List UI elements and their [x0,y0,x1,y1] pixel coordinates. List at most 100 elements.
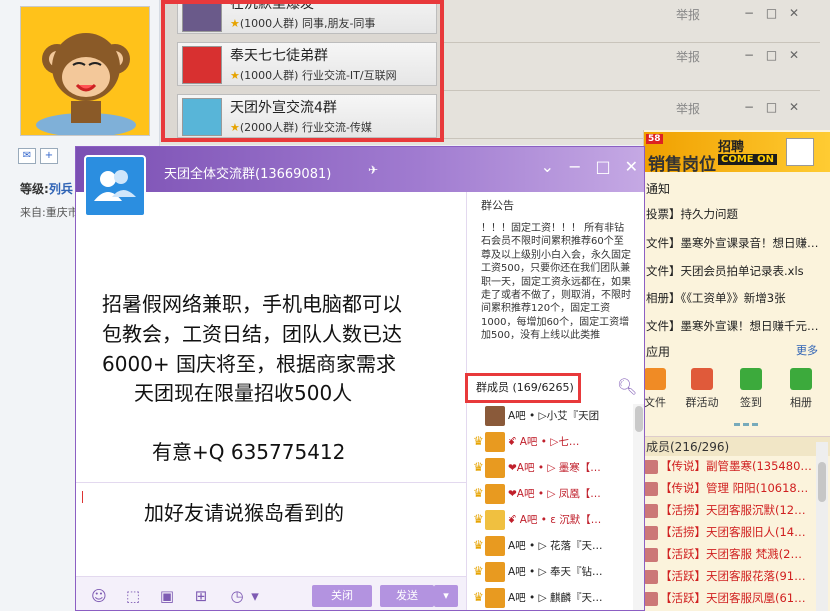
member-row[interactable]: ♛ ❤A吧 • ▷ 墨寒【… [473,458,633,482]
chat-title: 天团全体交流群(13669081) [164,167,332,182]
group-icon [182,4,222,32]
app-files[interactable]: 文件 [644,368,680,410]
member-row[interactable]: 【传说】副管墨寒(135480… [644,458,830,478]
group-name: 奉天七七徒弟群 [230,48,328,64]
notice-item[interactable]: 文件】墨寒外宣课！想日赚千元… [646,318,819,334]
group-item[interactable]: 在沉默里爆发 ★(1000人群) 同事,朋友-同事 [177,0,437,34]
members-scrollbar[interactable] [816,442,828,611]
notice-item[interactable]: 投票】持久力问题 [646,206,738,222]
send-button[interactable]: 发送 [380,585,434,607]
recruitment-banner[interactable]: 58 销售岗位 招聘 COME ON [644,132,830,175]
members-bar: 群成员 (169/6265) 🔍︎ [465,373,644,403]
message-line: 包教会，工资日结，团队人数已达 [102,322,402,346]
member-row[interactable]: ♛ ꗄ A吧 • ▷七… [473,432,633,456]
window-controls[interactable]: − □ ✕ [744,100,803,114]
member-row[interactable]: A吧 • ▷小艾『天团 [473,406,633,430]
mail-icon[interactable]: ✉ [18,148,36,164]
member-row[interactable]: ♛ ❤A吧 • ▷ 凤凰【… [473,484,633,508]
group-meta: ★(1000人群) 同事,朋友-同事 [230,17,376,30]
member-row[interactable]: ♛ A吧 • ▷ 花落『天… [473,536,633,560]
group-icon [182,98,222,136]
member-row[interactable]: 【传说】管理 阳阳(10618… [644,480,830,500]
promo-sub1: 招聘 [718,140,745,155]
page-dots[interactable] [734,423,758,426]
member-avatar [644,569,658,584]
group-people-icon [94,170,136,201]
member-row[interactable]: ♛ ꗄ A吧 • ε 沉默【… [473,510,633,534]
message-area[interactable]: 招暑假网络兼职，手机电脑都可以 包教会，工资日结，团队人数已达 6000+ 国庆… [76,192,466,482]
group-item[interactable]: 奉天七七徒弟群 ★(1000人群) 行业交流-IT/互联网 [177,42,437,86]
group-meta: ★(1000人群) 行业交流-IT/互联网 [230,69,397,82]
notice-item[interactable]: 文件】天团会员拍单记录表.xls [646,263,804,279]
notice-item[interactable]: 文件】墨寒外宣课录音！想日赚… [646,235,819,251]
report-link[interactable]: 举报 [676,100,700,117]
contact-bar: ✉ + [18,148,78,168]
app-checkin[interactable]: 签到 [726,368,776,410]
member-avatar [485,588,505,608]
app-album[interactable]: 相册 [776,368,826,410]
group-item[interactable]: 天团外宣交流4群 ★(2000人群) 行业交流-传媒 [177,94,437,138]
group-meta: ★(2000人群) 行业交流-传媒 [230,121,372,134]
plane-icon: ✈ [368,163,379,177]
member-avatar [485,536,505,556]
history-icon[interactable]: ◷ [228,587,246,605]
members-tab[interactable]: 群成员 (169/6265) [465,373,581,403]
group-info-panel: 58 销售岗位 招聘 COME ON 通知 投票】持久力问题 文件】墨寒外宣课录… [643,130,830,611]
member-avatar [485,458,505,478]
notice-item[interactable]: 相册】《《工资单》》新增3张 [646,290,786,306]
promo-title: 销售岗位 [648,155,716,175]
member-row[interactable]: 【活捞】天团客服沉默(12… [644,502,830,522]
bar-chart-icon [786,138,814,166]
group-avatar[interactable] [84,155,146,217]
search-icon[interactable]: 🔍︎ [617,377,637,396]
minimize-icon[interactable]: − [568,157,581,176]
level-label: 等级: [20,182,49,196]
member-avatar [485,510,505,530]
window-controls[interactable]: − □ ✕ [744,48,803,62]
close-button[interactable]: 关闭 [312,585,372,607]
member-row[interactable]: ♛ A吧 • ▷ 麒麟『天… [473,588,633,610]
member-avatar [644,481,658,496]
flag-icon [691,368,713,390]
group-name: 天团外宣交流4群 [230,100,337,116]
more-link[interactable]: 更多 [796,342,818,358]
notice-header: 通知 [646,182,671,196]
photo-icon [790,368,812,390]
member-row[interactable]: 【活跃】天团客服 梵溅(2… [644,546,830,566]
app-activity[interactable]: 群活动 [677,368,727,410]
group-chat-window: 天团全体交流群(13669081) ✈ ⌄ − □ ✕ 招暑假网络兼职，手机电脑… [75,146,645,611]
chat-titlebar[interactable]: 天团全体交流群(13669081) ✈ ⌄ − □ ✕ [76,147,644,192]
level-value[interactable]: 列兵 [49,182,73,196]
member-row[interactable]: 【活跃】天团客服凤凰(61… [644,590,830,610]
maximize-icon[interactable]: □ [595,157,610,176]
report-link[interactable]: 举报 [676,48,700,65]
emoji-icon[interactable]: ☺ [90,587,108,605]
member-avatar [644,525,658,540]
group-name: 在沉默里爆发 [230,0,314,12]
member-row[interactable]: 【活跃】天团客服花落(91… [644,568,830,588]
close-icon[interactable]: ✕ [625,157,638,176]
user-avatar[interactable] [20,6,150,136]
dropdown-icon[interactable]: ⌄ [541,157,554,176]
chat-toolbar: ☺ ⬚ ▣ ⊞ ◷ ▾ 关闭 发送 ▾ [76,576,466,610]
apps-row: 文件 群活动 签到 相册 [644,368,830,418]
member-avatar [644,591,658,606]
member-avatar [485,432,505,452]
message-line: 6000+ 国庆将至，根据商家需求 [102,352,397,376]
promo-corner: 58 [646,134,663,144]
message-line: 天团现在限量招收500人 [134,381,353,405]
input-text: 加好友请说猴岛看到的 [144,501,344,525]
screenshot-icon[interactable]: ⬚ [124,587,142,605]
group-icon [182,46,222,84]
report-link[interactable]: 举报 [676,6,700,23]
send-options-button[interactable]: ▾ [434,585,458,607]
member-row[interactable]: 【活捞】天团客服旧人(14… [644,524,830,544]
chevron-down-icon[interactable]: ▾ [246,587,264,605]
window-controls[interactable]: − □ ✕ [744,6,803,20]
member-list-scrollbar[interactable] [633,404,644,610]
member-row[interactable]: ♛ A吧 • ▷ 奉天『钻… [473,562,633,586]
add-friend-icon[interactable]: + [40,148,58,164]
message-input[interactable]: 加好友请说猴岛看到的 [76,482,466,576]
image-icon[interactable]: ▣ [158,587,176,605]
apps-icon[interactable]: ⊞ [192,587,210,605]
